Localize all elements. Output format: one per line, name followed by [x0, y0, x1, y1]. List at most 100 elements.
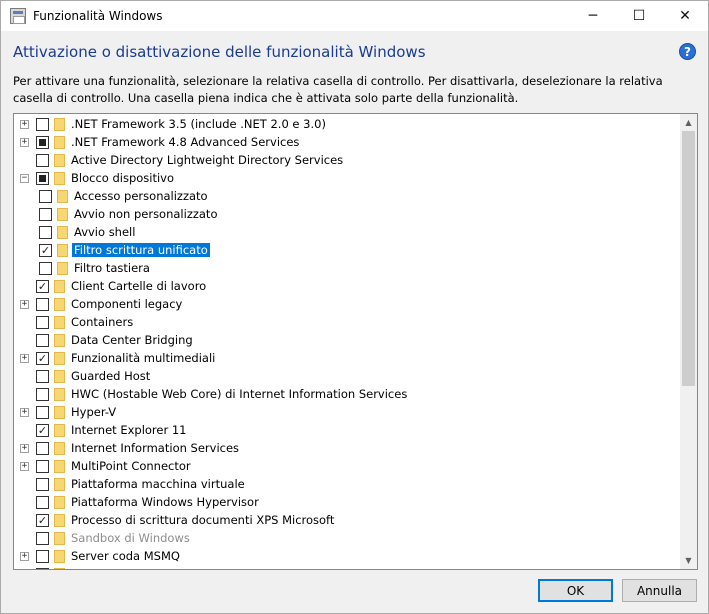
feature-row[interactable]: + .NET Framework 4.8 Advanced Services — [14, 133, 680, 151]
feature-row[interactable]: + ✓ Funzionalità multimediali — [14, 349, 680, 367]
minimize-button[interactable]: ─ — [570, 1, 616, 31]
feature-row[interactable]: Filtro tastiera — [14, 259, 680, 277]
feature-row[interactable]: Piattaforma Windows Hypervisor — [14, 493, 680, 511]
feature-row[interactable]: + ✓ Servizi di stampa e di digitalizzazion… — [14, 565, 680, 571]
title-bar[interactable]: Funzionalità Windows ─ ☐ ✕ — [1, 1, 708, 31]
feature-checkbox[interactable] — [36, 441, 49, 455]
expand-icon[interactable]: + — [20, 461, 29, 471]
feature-row[interactable]: Containers — [14, 313, 680, 331]
feature-checkbox[interactable] — [36, 171, 49, 185]
feature-checkbox[interactable] — [36, 549, 49, 563]
feature-checkbox[interactable] — [36, 387, 49, 401]
feature-label[interactable]: Server coda MSMQ — [71, 549, 180, 563]
feature-label[interactable]: Client Cartelle di lavoro — [71, 279, 206, 293]
expand-icon[interactable]: + — [20, 407, 29, 417]
feature-checkbox[interactable] — [39, 189, 52, 203]
expand-icon[interactable]: + — [20, 353, 29, 363]
feature-checkbox[interactable]: ✓ — [36, 423, 49, 437]
feature-row[interactable]: ✓ Client Cartelle di lavoro — [14, 277, 680, 295]
feature-checkbox[interactable] — [39, 207, 52, 221]
feature-checkbox[interactable] — [36, 297, 49, 311]
collapse-icon[interactable]: − — [20, 173, 29, 183]
expand-icon[interactable]: + — [20, 137, 29, 147]
feature-checkbox[interactable] — [36, 495, 49, 509]
feature-label[interactable]: Funzionalità multimediali — [71, 351, 215, 365]
feature-row[interactable]: ✓ Processo di scrittura documenti XPS Mic… — [14, 511, 680, 529]
feature-label[interactable]: Internet Information Services — [71, 441, 239, 455]
feature-label[interactable]: MultiPoint Connector — [71, 459, 191, 473]
feature-label[interactable]: Filtro scrittura unificato — [72, 243, 210, 257]
cancel-button[interactable]: Annulla — [622, 579, 697, 602]
feature-row[interactable]: Avvio non personalizzato — [14, 205, 680, 223]
feature-label[interactable]: Avvio non personalizzato — [74, 207, 217, 221]
feature-label[interactable]: HWC (Hostable Web Core) di Internet Info… — [71, 387, 407, 401]
feature-row[interactable]: Sandbox di Windows — [14, 529, 680, 547]
maximize-button[interactable]: ☐ — [616, 1, 662, 31]
feature-label[interactable]: Piattaforma macchina virtuale — [71, 477, 245, 491]
feature-row[interactable]: ✓ Filtro scrittura unificato — [14, 241, 680, 259]
feature-checkbox[interactable]: ✓ — [36, 279, 49, 293]
expand-icon[interactable]: + — [20, 570, 29, 571]
feature-label[interactable]: Data Center Bridging — [71, 333, 193, 347]
feature-checkbox[interactable] — [36, 333, 49, 347]
feature-checkbox[interactable] — [36, 369, 49, 383]
feature-label[interactable]: .NET Framework 3.5 (include .NET 2.0 e 3… — [71, 117, 326, 131]
feature-checkbox[interactable] — [39, 261, 52, 275]
feature-checkbox[interactable] — [36, 477, 49, 491]
feature-row[interactable]: + Internet Information Services — [14, 439, 680, 457]
expand-icon[interactable]: + — [20, 299, 29, 309]
feature-label[interactable]: Containers — [71, 315, 133, 329]
expand-icon[interactable]: + — [20, 119, 29, 129]
feature-label[interactable]: Hyper-V — [71, 405, 116, 419]
feature-label[interactable]: .NET Framework 4.8 Advanced Services — [71, 135, 299, 149]
feature-checkbox[interactable]: ✓ — [36, 513, 49, 527]
feature-checkbox[interactable] — [36, 135, 49, 149]
feature-checkbox[interactable] — [36, 153, 49, 167]
feature-checkbox[interactable] — [36, 315, 49, 329]
feature-label[interactable]: Filtro tastiera — [74, 261, 150, 275]
feature-row[interactable]: Piattaforma macchina virtuale — [14, 475, 680, 493]
scroll-down-arrow-icon[interactable]: ▼ — [680, 552, 697, 569]
feature-label[interactable]: Avvio shell — [74, 225, 135, 239]
feature-checkbox[interactable]: ✓ — [36, 567, 49, 569]
feature-row[interactable]: Active Directory Lightweight Directory S… — [14, 151, 680, 169]
feature-checkbox[interactable] — [36, 117, 49, 131]
feature-label[interactable]: Piattaforma Windows Hypervisor — [71, 495, 259, 509]
feature-checkbox[interactable] — [36, 405, 49, 419]
feature-label[interactable]: Componenti legacy — [71, 297, 182, 311]
scroll-up-arrow-icon[interactable]: ▲ — [680, 114, 697, 131]
feature-checkbox[interactable]: ✓ — [39, 243, 52, 257]
feature-row[interactable]: + .NET Framework 3.5 (include .NET 2.0 e … — [14, 115, 680, 133]
feature-row[interactable]: + Componenti legacy — [14, 295, 680, 313]
features-tree[interactable]: + .NET Framework 3.5 (include .NET 2.0 e … — [13, 113, 698, 570]
close-button[interactable]: ✕ — [662, 1, 708, 31]
feature-checkbox[interactable] — [39, 225, 52, 239]
expand-icon[interactable]: + — [20, 551, 29, 561]
feature-row[interactable]: − Blocco dispositivo — [14, 169, 680, 187]
feature-checkbox[interactable] — [36, 459, 49, 473]
feature-label[interactable]: Guarded Host — [71, 369, 150, 383]
vertical-scrollbar[interactable]: ▲ ▼ — [680, 114, 697, 569]
scroll-thumb[interactable] — [682, 131, 695, 386]
feature-label[interactable]: Processo di scrittura documenti XPS Micr… — [71, 513, 334, 527]
feature-row[interactable]: ✓ Internet Explorer 11 — [14, 421, 680, 439]
help-icon[interactable]: ? — [679, 43, 696, 60]
feature-row[interactable]: HWC (Hostable Web Core) di Internet Info… — [14, 385, 680, 403]
expand-icon[interactable]: + — [20, 443, 29, 453]
feature-row[interactable]: Accesso personalizzato — [14, 187, 680, 205]
feature-label[interactable]: Servizi di stampa e di digitalizzazione — [71, 567, 287, 569]
feature-checkbox[interactable]: ✓ — [36, 351, 49, 365]
feature-row[interactable]: + Server coda MSMQ — [14, 547, 680, 565]
feature-row[interactable]: Data Center Bridging — [14, 331, 680, 349]
feature-label[interactable]: Active Directory Lightweight Directory S… — [71, 153, 343, 167]
feature-row[interactable]: + MultiPoint Connector — [14, 457, 680, 475]
feature-label[interactable]: Blocco dispositivo — [71, 171, 174, 185]
feature-label[interactable]: Accesso personalizzato — [74, 189, 208, 203]
feature-row[interactable]: Guarded Host — [14, 367, 680, 385]
feature-row[interactable]: + Hyper-V — [14, 403, 680, 421]
ok-button[interactable]: OK — [538, 579, 613, 602]
feature-label[interactable]: Sandbox di Windows — [71, 531, 190, 545]
feature-row[interactable]: Avvio shell — [14, 223, 680, 241]
feature-label[interactable]: Internet Explorer 11 — [71, 423, 187, 437]
feature-checkbox[interactable] — [36, 531, 49, 545]
